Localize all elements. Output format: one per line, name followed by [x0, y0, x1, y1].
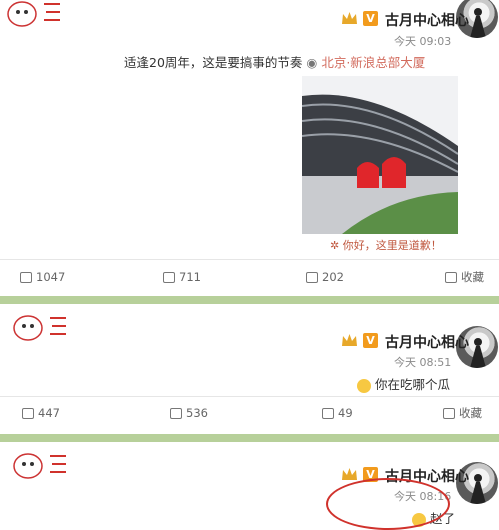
like-button[interactable]: 447: [22, 398, 60, 428]
section-divider: [0, 434, 499, 442]
cartoon-sticker-icon: [10, 308, 72, 348]
star-icon: [445, 272, 457, 283]
section-divider: [0, 296, 499, 304]
separator: [0, 396, 499, 397]
thumbs-up-icon: [20, 272, 32, 283]
red-circle-annotation: [326, 478, 450, 530]
share-icon: [322, 408, 334, 419]
verified-badge-icon: V: [363, 333, 378, 348]
crown-icon: [342, 334, 357, 346]
crown-icon: [342, 468, 357, 480]
like-button[interactable]: 1047: [20, 262, 65, 292]
cartoon-sticker-icon: [4, 0, 66, 34]
share-button[interactable]: 202: [306, 262, 344, 292]
username[interactable]: 古月中心相心: [385, 10, 469, 30]
cartoon-sticker-icon: [10, 446, 72, 486]
username[interactable]: 古月中心相心: [385, 332, 469, 352]
post-content: 你在吃哪个瓜: [357, 374, 450, 393]
verified-badge-icon: V: [363, 11, 378, 26]
location-icon: ◉: [306, 55, 318, 70]
emoji-icon: [357, 378, 371, 393]
weibo-post-2: 古月中心相心 V 今天 08:51 你在吃哪个瓜 447 536 49 收藏: [0, 304, 499, 434]
location-link[interactable]: 北京·新浪总部大厦: [321, 55, 425, 70]
comment-icon: [170, 408, 182, 419]
post-time: 今天 09:03: [394, 35, 452, 48]
star-icon: ✲: [330, 239, 340, 252]
share-button[interactable]: 49: [322, 398, 353, 428]
separator: [0, 259, 499, 260]
crown-icon: [342, 12, 357, 24]
favorite-button[interactable]: 收藏: [445, 262, 484, 292]
post-content: 适逢20周年，这是要搞事的节奏 ◉ 北京·新浪总部大厦: [124, 52, 425, 71]
comment-icon: [163, 272, 175, 283]
star-icon: [443, 408, 455, 419]
favorite-button[interactable]: 收藏: [443, 398, 482, 428]
weibo-post-1: 古月中心相心 V 今天 09:03 适逢20周年，这是要搞事的节奏 ◉ 北京·新…: [0, 0, 499, 296]
post-image[interactable]: [302, 76, 458, 234]
comment-button[interactable]: 711: [163, 262, 201, 292]
post-actions: 1047 711 202 收藏: [0, 262, 499, 292]
post-actions: 447 536 49 收藏: [0, 398, 499, 428]
thumbs-up-icon: [22, 408, 34, 419]
post-text: 适逢20周年，这是要搞事的节奏: [124, 55, 303, 70]
image-caption: ✲ 你好，这里是道歉！: [330, 239, 442, 252]
post-text: 你在吃哪个瓜: [374, 377, 450, 392]
post-time: 今天 08:51: [394, 356, 452, 369]
share-icon: [306, 272, 318, 283]
comment-button[interactable]: 536: [170, 398, 208, 428]
